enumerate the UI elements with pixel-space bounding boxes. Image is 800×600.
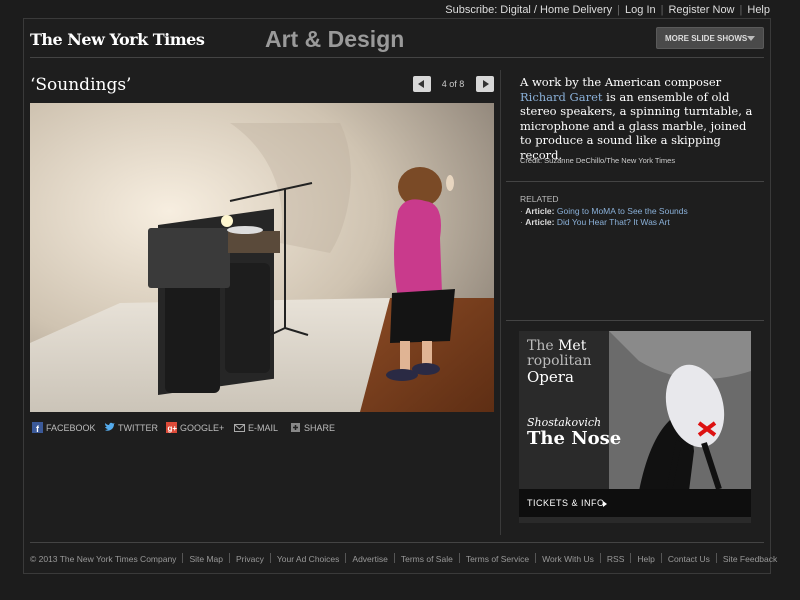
previous-slide-button[interactable] xyxy=(413,76,431,92)
twitter-icon xyxy=(105,422,115,431)
email-label: E-MAIL xyxy=(248,423,279,433)
slide-photo xyxy=(30,103,494,412)
section-title[interactable]: Art & Design xyxy=(265,26,404,53)
login-link[interactable]: Log In xyxy=(625,4,656,16)
related-title[interactable]: Did You Hear That? It Was Art xyxy=(557,217,670,227)
footer-link[interactable]: Site Feedback xyxy=(723,554,777,564)
footer-link[interactable]: Privacy xyxy=(236,554,264,564)
help-link[interactable]: Help xyxy=(747,4,770,16)
ad-opera: Opera xyxy=(527,368,574,386)
footer-link[interactable]: Advertise xyxy=(352,554,387,564)
caption-artist-link[interactable]: Richard Garet xyxy=(520,90,603,104)
envelope-icon xyxy=(234,424,245,432)
more-slide-shows-label: MORE SLIDE SHOWS xyxy=(665,34,748,43)
google-plus-label: GOOGLE+ xyxy=(180,423,225,433)
footer-link[interactable]: RSS xyxy=(607,554,624,564)
svg-text:g+: g+ xyxy=(168,424,178,433)
related-kind: Article: xyxy=(525,206,555,216)
ad-brand: The Met ropolitan xyxy=(527,339,591,369)
ad-title: The Nose xyxy=(527,428,622,449)
copyright: © 2013 The New York Times Company xyxy=(30,554,177,564)
related-item[interactable]: · Article: Did You Hear That? It Was Art xyxy=(520,217,670,227)
chevron-down-icon xyxy=(747,36,755,41)
sidebar-divider xyxy=(506,181,764,182)
tickets-info-label: TICKETS & INFO xyxy=(527,498,605,508)
next-slide-button[interactable] xyxy=(476,76,494,92)
tickets-info-button[interactable]: TICKETS & INFO xyxy=(519,489,751,517)
footer-link[interactable]: Terms of Service xyxy=(466,554,529,564)
photo-credit: Credit: Suzanne DeChillo/The New York Ti… xyxy=(520,156,676,165)
register-link[interactable]: Register Now xyxy=(668,4,734,16)
arrow-right-icon xyxy=(483,80,489,88)
facebook-label: FACEBOOK xyxy=(46,423,96,433)
google-plus-icon: g+ xyxy=(166,422,177,433)
plus-icon xyxy=(291,423,300,432)
footer-link[interactable]: Help xyxy=(637,554,654,564)
photo-illustration xyxy=(30,103,494,412)
related-item[interactable]: · Article: Going to MoMA to See the Soun… xyxy=(520,206,688,216)
subscribe-link[interactable]: Subscribe: Digital / Home Delivery xyxy=(445,4,612,16)
ad-ropolitan: ropolitan xyxy=(527,353,592,369)
arrow-left-icon xyxy=(418,80,424,88)
sidebar-divider xyxy=(506,320,764,321)
column-divider xyxy=(500,70,501,535)
header-divider xyxy=(30,57,764,58)
more-slide-shows-button[interactable]: MORE SLIDE SHOWS xyxy=(656,27,764,49)
footer-link[interactable]: Contact Us xyxy=(668,554,710,564)
related-title[interactable]: Going to MoMA to See the Sounds xyxy=(557,206,688,216)
footer-link[interactable]: Site Map xyxy=(189,554,223,564)
share-label: SHARE xyxy=(304,423,336,433)
slide-counter: 4 of 8 xyxy=(441,79,465,89)
twitter-label: TWITTER xyxy=(118,423,158,433)
ad-met: Met xyxy=(558,338,587,354)
top-links: Subscribe: Digital / Home Delivery | Log I… xyxy=(445,4,770,16)
footer-divider xyxy=(30,542,764,543)
arrow-right-icon xyxy=(603,501,607,507)
footer-link[interactable]: Work With Us xyxy=(542,554,594,564)
footer-link[interactable]: Your Ad Choices xyxy=(277,554,340,564)
slide-title: ‘Soundings’ xyxy=(30,75,132,95)
met-opera-ad[interactable]: The Met ropolitan Opera Shostakovich The … xyxy=(519,331,751,523)
ad-the: The xyxy=(527,338,554,354)
caption-text-before: A work by the American composer xyxy=(520,75,722,89)
related-heading: RELATED xyxy=(520,194,559,204)
slide-caption: A work by the American composer Richard … xyxy=(520,75,756,162)
footer-link[interactable]: Terms of Sale xyxy=(401,554,453,564)
facebook-icon: f xyxy=(32,422,43,433)
footer-links: © 2013 The New York Times Company Site Ma… xyxy=(30,553,777,564)
nyt-logo[interactable]: The New York Times xyxy=(30,30,205,49)
related-kind: Article: xyxy=(525,217,555,227)
